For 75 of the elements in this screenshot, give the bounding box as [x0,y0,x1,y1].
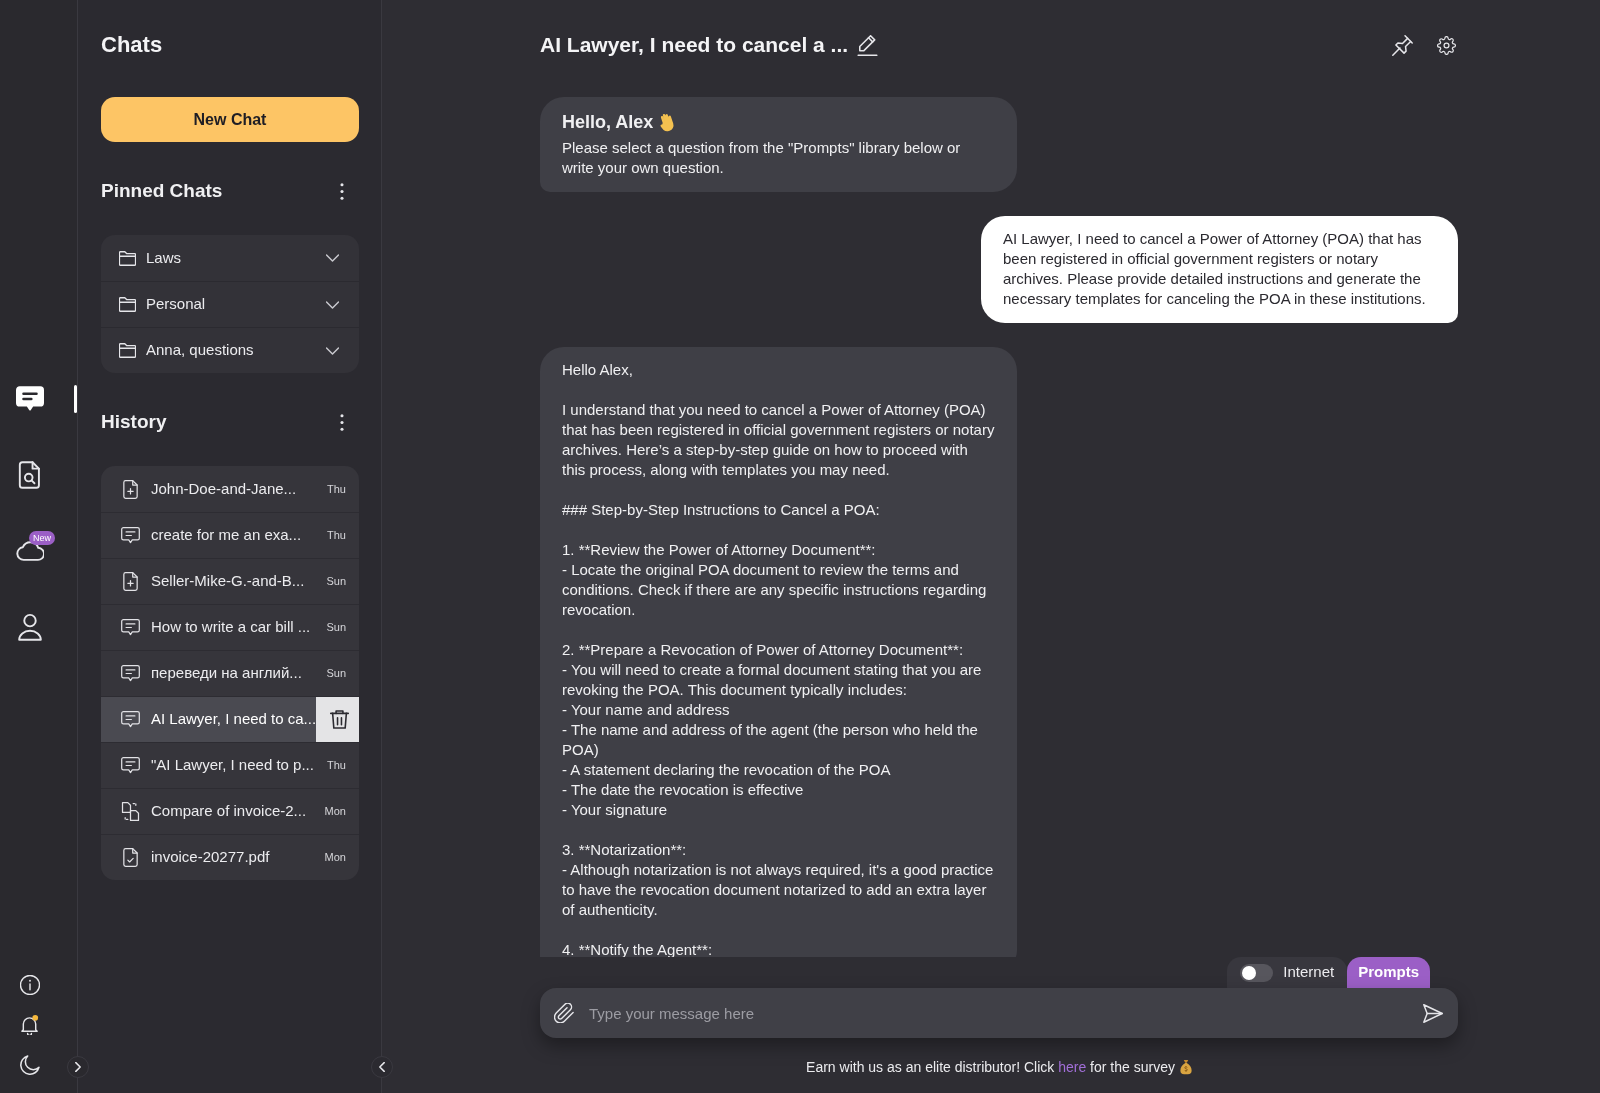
pin-button[interactable] [1391,34,1413,56]
message-text: Please select a question from the "Prompts" library below or write your own question. [562,138,962,178]
greeting-heading: Hello, Alex [562,111,654,134]
chat-bubble-icon [120,710,140,729]
folder-icon [119,297,136,312]
info-icon [20,975,40,995]
section-heading: Pinned Chats [101,179,223,203]
settings-button[interactable] [1435,34,1457,56]
file-check-icon [120,848,140,867]
new-chat-button[interactable]: New Chat [101,97,359,142]
day-label: Sun [325,574,347,590]
internet-toggle[interactable] [1240,963,1274,982]
folder-item[interactable]: Personal [101,281,359,327]
message-paragraph: 3. **Notarization**: - Although notarization is not always required, it's a good practice to have the revocation document notarized to add an extra layer of authenticity. [562,840,995,920]
history-item[interactable]: How to write a car bill ... Sun [101,604,359,650]
active-indicator [74,385,77,413]
history-item[interactable]: Seller-Mike-G.-and-B... Sun [101,558,359,604]
message-paragraph: 2. **Prepare a Revocation of Power of Attorney Document**: - You will need to create a formal document stating that you are revoking the POA. This document typically includes: - Your name and address - The name and address of the agent (the person who held the POA) - A statement declaring the revocation of the POA - The date the revocation is effective - Your signature [562,640,983,820]
chat-title: AI Lawyer, I need to cancel a ... [540,32,849,58]
section-heading: History [101,410,167,434]
chat-bubble-icon [120,526,140,545]
history-item[interactable]: Compare of invoice-2... Mon [101,788,359,834]
history-item[interactable]: "AI Lawyer, I need to p... Thu [101,742,359,788]
delete-button[interactable] [316,697,359,742]
chat-bubble-icon [16,385,44,413]
history-item[interactable]: AI Lawyer, I need to ca... [101,696,359,742]
day-label: Sun [325,666,347,682]
folder-item[interactable]: Laws [101,235,359,281]
history-item[interactable]: create for me an exa... Thu [101,512,359,558]
attach-button[interactable] [553,1002,575,1024]
send-icon [1423,1003,1443,1023]
money-bag-icon [1179,1060,1192,1075]
chevron-right-icon [75,1062,81,1072]
message-paragraph: Hello Alex, [562,360,634,380]
message-paragraph: 1. **Review the Power of Attorney Document**: - Locate the original POA document to review the terms and conditions. Check if there are any specific instructions regarding revocation. [562,540,988,620]
chat-bubble-icon [120,664,140,683]
chat-bubble-icon [120,618,140,637]
day-label: Thu [326,528,347,544]
paperclip-icon [554,1003,574,1023]
history-item[interactable]: invoice-20277.pdf Mon [101,834,359,880]
message-text: AI Lawyer, I need to cancel a Power of Attorney (POA) that has been registered in official government registers or notary archives. Please provide detailed instructions and generate the necessary templates for canceling the POA in these institutions. [1003,229,1427,309]
person-icon [16,613,44,641]
moon-icon [20,1055,40,1075]
message-paragraph: I understand that you need to cancel a Power of Attorney (POA) that has been registered in official government registers or notary archives. Here’s a step-by-step guide on how to proceed with this process, along with templates you may need. [562,400,995,480]
chevron-left-icon [379,1062,385,1072]
survey-link[interactable]: here [1058,1059,1087,1075]
folder-icon [119,250,136,266]
file-plus-icon [120,479,140,499]
edit-title-button[interactable] [856,34,879,56]
sidebar-title: Chats [101,31,163,59]
new-badge: New [29,531,55,545]
folder-item[interactable]: Anna, questions [101,327,359,373]
pin-icon [1391,34,1413,56]
day-label: Mon [323,850,347,866]
day-label: Sun [325,620,347,636]
files-icon [120,802,140,821]
prompts-button[interactable]: Prompts [1347,957,1430,988]
promo-text: Earn with us as an elite distributor! Click here for the survey [806,1058,1175,1077]
message-paragraph: ### Step-by-Step Instructions to Cancel a POA: [562,500,881,520]
chat-bubble-icon [120,756,140,775]
file-plus-icon [120,572,140,591]
more-vertical-icon [340,182,344,200]
day-label: Thu [326,758,347,774]
message-input[interactable]: Type your message here [540,988,1458,1038]
folder-icon [119,343,136,358]
cloud-nav-button[interactable]: New [0,529,77,573]
day-label: Thu [326,481,347,497]
internet-label: Internet [1283,962,1335,983]
send-button[interactable] [1422,1002,1444,1024]
pencil-icon [856,34,878,56]
trash-icon [329,709,349,730]
history-item[interactable]: John-Doe-and-Jane... Thu [101,466,359,512]
more-vertical-icon [340,413,344,431]
settings-icon [1436,35,1456,55]
day-label: Mon [323,804,347,820]
